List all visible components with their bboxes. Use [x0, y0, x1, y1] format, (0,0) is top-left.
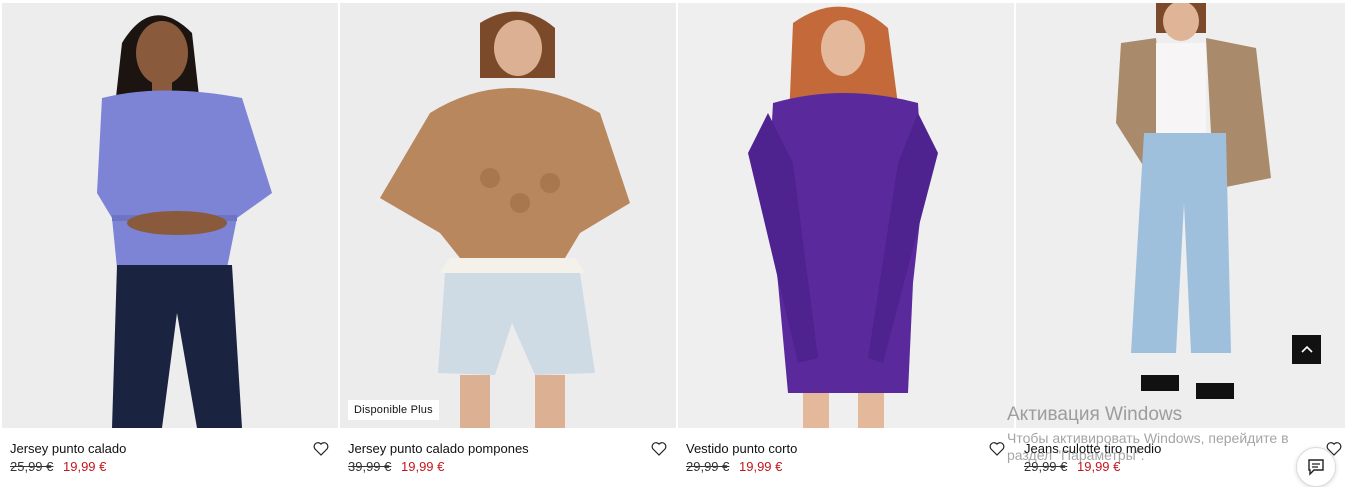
sale-price: 19,99 €	[1077, 459, 1121, 474]
product-name[interactable]: Jersey punto calado pompones	[348, 441, 529, 456]
original-price: 39,99 €	[348, 459, 392, 474]
product-image[interactable]: Disponible Plus	[340, 3, 676, 428]
product-image[interactable]	[1016, 3, 1345, 428]
product-prices: 25,99 € 19,99 €	[10, 459, 106, 474]
product-prices: 29,99 € 19,99 €	[686, 459, 782, 474]
original-price: 25,99 €	[10, 459, 54, 474]
product-card[interactable]: Vestido punto corto 29,99 € 19,99 €	[678, 0, 1014, 482]
heart-icon[interactable]	[312, 440, 330, 458]
scroll-to-top-button[interactable]	[1292, 335, 1321, 364]
product-name[interactable]: Jersey punto calado	[10, 441, 126, 456]
original-price: 29,99 €	[1024, 459, 1068, 474]
sale-price: 19,99 €	[739, 459, 783, 474]
sale-price: 19,99 €	[401, 459, 445, 474]
product-image[interactable]	[2, 3, 338, 428]
heart-icon[interactable]	[988, 440, 1006, 458]
product-name[interactable]: Jeans culotte tiro medio	[1024, 441, 1161, 456]
chat-button[interactable]	[1296, 447, 1336, 487]
product-card[interactable]: Disponible Plus Jersey punto calado pomp…	[340, 0, 676, 482]
original-price: 29,99 €	[686, 459, 730, 474]
product-name[interactable]: Vestido punto corto	[686, 441, 797, 456]
chevron-up-icon	[1300, 345, 1313, 353]
product-image[interactable]	[678, 3, 1014, 428]
chat-icon	[1308, 459, 1324, 476]
sale-price: 19,99 €	[63, 459, 107, 474]
product-card[interactable]: Jeans culotte tiro medio 29,99 € 19,99 €	[1016, 0, 1345, 482]
product-prices: 29,99 € 19,99 €	[1024, 459, 1120, 474]
product-prices: 39,99 € 19,99 €	[348, 459, 444, 474]
product-grid: Jersey punto calado 25,99 € 19,99 € Disp…	[0, 0, 1345, 482]
heart-icon[interactable]	[650, 440, 668, 458]
product-card[interactable]: Jersey punto calado 25,99 € 19,99 €	[2, 0, 338, 482]
plus-size-badge: Disponible Plus	[348, 400, 439, 420]
